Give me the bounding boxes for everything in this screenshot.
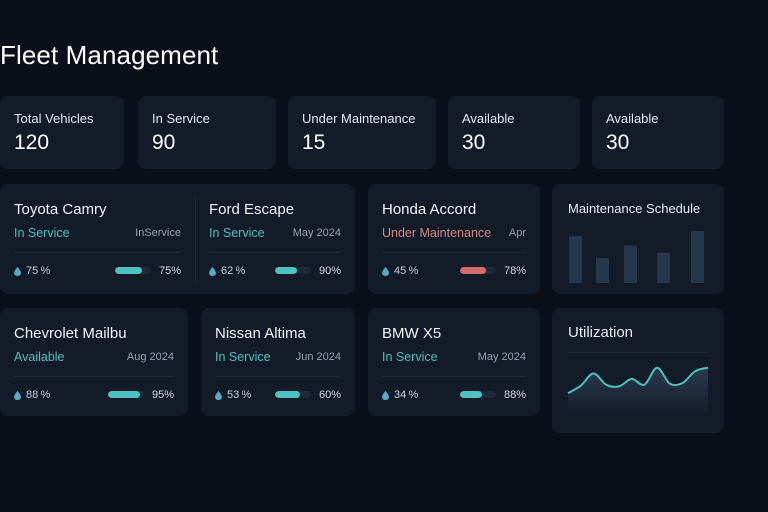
fuel-drop-icon	[382, 390, 389, 400]
maintenance-bar-chart	[569, 231, 704, 283]
fuel-level: 53 %	[215, 389, 251, 401]
row-divider	[14, 252, 181, 253]
utilization-line-chart	[567, 366, 709, 416]
vehicle-status: Available	[14, 350, 65, 364]
vehicle-status: In Service	[382, 350, 438, 364]
progress-value: 95%	[151, 389, 174, 401]
progress-bar	[460, 391, 496, 398]
vehicle-name: Honda Accord	[382, 201, 477, 218]
utilization-area	[568, 367, 708, 416]
progress-value: 88%	[503, 389, 526, 401]
progress-fill	[460, 267, 486, 274]
vehicle-name: Ford Escape	[209, 201, 295, 218]
fuel-level: 75 %	[14, 265, 50, 277]
progress-fill	[108, 391, 141, 398]
vehicle-date: Apr	[508, 227, 526, 239]
row-divider	[14, 376, 174, 377]
fuel-drop-icon	[209, 266, 216, 276]
stat-card-total-vehicles[interactable]: Total Vehicles 120	[0, 96, 124, 169]
fuel-value: 75 %	[26, 265, 51, 277]
maintenance-bar	[657, 252, 670, 283]
fuel-value: 45 %	[394, 265, 419, 277]
progress-fill	[275, 267, 297, 274]
vehicle-card-bmw-x5[interactable]: BMW X5 In Service May 2024 34 % 88%	[368, 308, 540, 416]
utilization-panel: Utilization	[552, 308, 724, 433]
fuel-value: 34 %	[394, 389, 419, 401]
row-divider	[382, 252, 526, 253]
progress-bar	[275, 391, 311, 398]
progress-bar	[115, 267, 151, 274]
maintenance-bar	[624, 245, 637, 283]
fuel-level: 62 %	[209, 265, 245, 277]
stat-card-available[interactable]: Available 30	[448, 96, 580, 169]
row-divider	[209, 252, 341, 253]
progress-value: 75%	[158, 265, 181, 277]
fuel-level: 34 %	[382, 389, 418, 401]
page-title: Fleet Management	[0, 40, 219, 70]
vehicle-status: In Service	[209, 226, 265, 240]
progress-fill	[275, 391, 301, 398]
vehicle-card-chevrolet-mailbu[interactable]: Chevrolet Mailbu Available Aug 2024 88 % 95%	[0, 308, 188, 416]
row-divider	[382, 376, 526, 377]
stat-label: Total Vehicles	[14, 111, 94, 126]
vehicle-name: BMW X5	[382, 325, 442, 342]
vehicle-date: InService	[135, 227, 181, 239]
row-divider	[215, 376, 341, 377]
vehicle-date: Aug 2024	[126, 351, 174, 363]
stat-label: Available	[606, 111, 659, 126]
progress-value: 60%	[318, 389, 341, 401]
stat-value: 90	[152, 131, 176, 154]
stat-card-available-2[interactable]: Available 30	[592, 96, 724, 169]
vehicle-date: May 2024	[292, 227, 341, 239]
progress-bar	[108, 391, 144, 398]
maintenance-schedule-panel: Maintenance Schedule	[552, 184, 724, 294]
fuel-drop-icon	[14, 390, 21, 400]
vehicle-date: Jun 2024	[295, 351, 341, 363]
vehicle-name: Nissan Altima	[215, 325, 306, 342]
stat-value: 15	[302, 131, 326, 154]
vehicle-name: Chevrolet Mailbu	[14, 325, 127, 342]
maintenance-bar	[596, 258, 609, 283]
maintenance-bar	[569, 236, 582, 283]
vehicle-name: Toyota Camry	[14, 201, 107, 218]
stat-value: 120	[14, 131, 50, 154]
vehicle-status: Under Maintenance	[382, 226, 492, 240]
maintenance-bar	[691, 231, 704, 283]
vehicle-status: In Service	[215, 350, 271, 364]
stat-label: Available	[462, 111, 515, 126]
progress-fill	[115, 267, 142, 274]
stat-label: Under Maintenance	[302, 111, 416, 126]
progress-bar	[275, 267, 311, 274]
fuel-level: 45 %	[382, 265, 418, 277]
vehicle-date: May 2024	[477, 351, 526, 363]
stat-card-under-maintenance[interactable]: Under Maintenance 15	[288, 96, 436, 169]
stat-value: 30	[462, 131, 486, 154]
stat-value: 30	[606, 131, 630, 154]
progress-value: 90%	[318, 265, 341, 277]
fuel-drop-icon	[215, 390, 222, 400]
progress-fill	[460, 391, 482, 398]
progress-bar	[460, 267, 496, 274]
fuel-value: 88 %	[26, 389, 51, 401]
vehicle-card-ford-escape[interactable]: Ford Escape In Service May 2024 62 % 90%	[195, 184, 355, 294]
vehicle-card-nissan-altima[interactable]: Nissan Altima In Service Jun 2024 53 % 60%	[201, 308, 355, 416]
stat-card-in-service[interactable]: In Service 90	[138, 96, 276, 169]
fuel-value: 53 %	[227, 389, 252, 401]
fuel-value: 62 %	[221, 265, 246, 277]
fuel-drop-icon	[14, 266, 21, 276]
stat-label: In Service	[152, 111, 210, 126]
vehicle-card-toyota-camry[interactable]: Toyota Camry In Service InService 75 % 75%	[0, 184, 195, 294]
progress-value: 78%	[503, 265, 526, 277]
fuel-drop-icon	[382, 266, 389, 276]
vehicle-card-honda-accord[interactable]: Honda Accord Under Maintenance Apr 45 % 78%	[368, 184, 540, 294]
vehicle-status: In Service	[14, 226, 70, 240]
fuel-level: 88 %	[14, 389, 50, 401]
